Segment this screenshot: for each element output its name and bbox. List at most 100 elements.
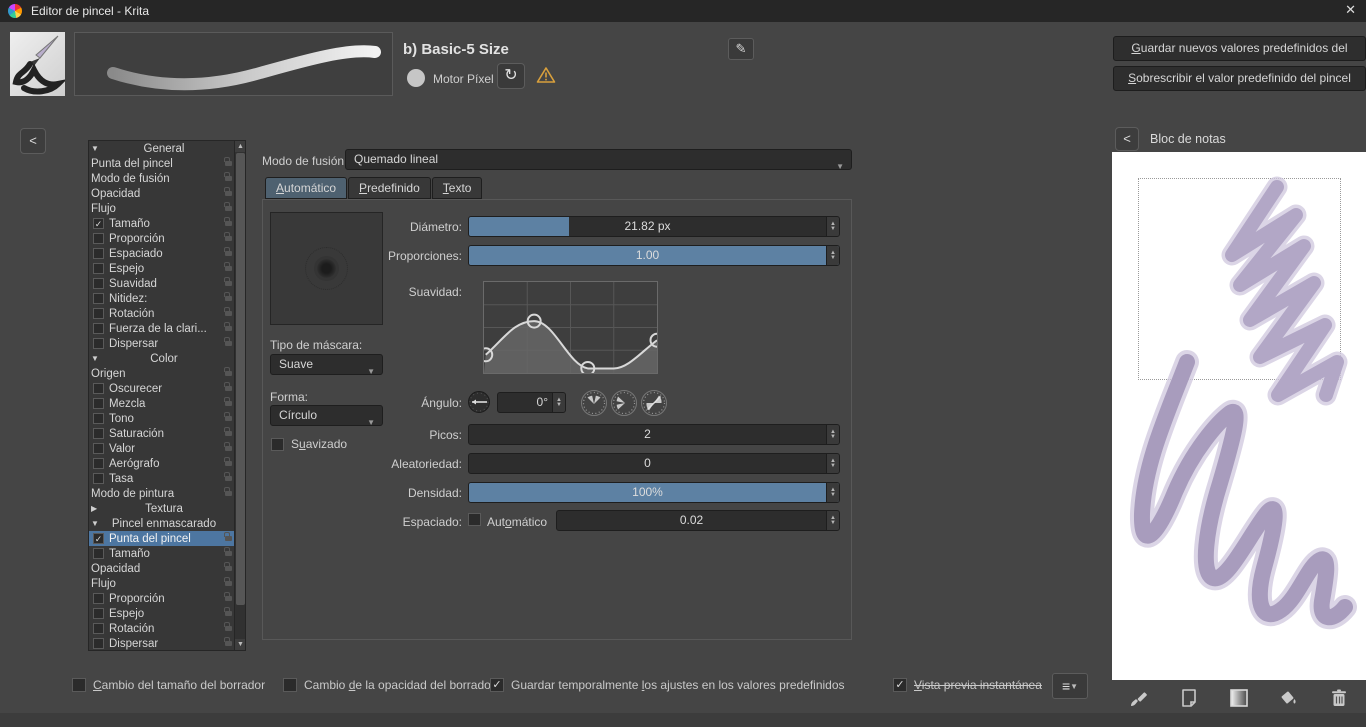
lock-icon[interactable] [224, 232, 232, 241]
option-row[interactable]: Flujo [89, 201, 245, 216]
option-checkbox[interactable] [93, 443, 104, 454]
scratchpad-canvas[interactable] [1112, 152, 1366, 680]
option-checkbox[interactable] [93, 593, 104, 604]
lock-icon[interactable] [224, 607, 232, 616]
option-row[interactable]: Tono [89, 411, 245, 426]
lock-icon[interactable] [224, 637, 232, 646]
reload-preset-button[interactable]: ↻ [497, 63, 525, 89]
lock-icon[interactable] [224, 442, 232, 451]
lock-icon[interactable] [224, 337, 232, 346]
option-row[interactable]: Espejo [89, 606, 245, 621]
footer-checkbox[interactable] [283, 678, 297, 692]
lock-icon[interactable] [224, 547, 232, 556]
save-new-preset-button[interactable]: Guardar nuevos valores predefinidos del … [1113, 36, 1366, 78]
option-row[interactable]: Dispersar [89, 636, 245, 650]
lock-icon[interactable] [224, 157, 232, 166]
page-icon[interactable] [1176, 685, 1202, 711]
lock-icon[interactable] [224, 367, 232, 376]
option-row[interactable]: Oscurecer [89, 381, 245, 396]
options-scrollbar[interactable]: ▲ ▼ [234, 141, 245, 650]
lock-icon[interactable] [224, 562, 232, 571]
angle-fan-diagonal-button[interactable] [641, 390, 667, 416]
option-row[interactable]: Suavidad [89, 276, 245, 291]
option-row[interactable]: Espaciado [89, 246, 245, 261]
option-row[interactable]: Dispersar [89, 336, 245, 351]
option-section-header[interactable]: ▼ Color [89, 351, 245, 366]
spikes-slider[interactable]: 2 ▲ ▼ [468, 424, 840, 445]
density-slider[interactable]: 100% ▲ ▼ [468, 482, 840, 503]
gradient-icon[interactable] [1226, 685, 1252, 711]
option-checkbox[interactable] [93, 623, 104, 634]
scroll-up-icon[interactable]: ▲ [235, 141, 245, 152]
option-row[interactable]: Punta del pincel [89, 156, 245, 171]
collapse-triangle-icon[interactable]: ▼ [91, 354, 105, 363]
lock-icon[interactable] [224, 277, 232, 286]
option-section-header[interactable]: ▶ Textura [89, 501, 245, 516]
lock-icon[interactable] [224, 262, 232, 271]
option-checkbox[interactable] [93, 293, 104, 304]
footer-checkbox[interactable]: ✓ [490, 678, 504, 692]
spinner-buttons[interactable]: ▲ ▼ [826, 425, 839, 444]
option-row[interactable]: Nitidez: [89, 291, 245, 306]
option-checkbox[interactable] [93, 398, 104, 409]
option-checkbox[interactable] [93, 473, 104, 484]
option-row[interactable]: Proporción [89, 591, 245, 606]
collapse-triangle-icon[interactable]: ▼ [91, 144, 105, 153]
option-checkbox[interactable] [93, 278, 104, 289]
option-checkbox[interactable] [93, 458, 104, 469]
option-checkbox[interactable] [93, 338, 104, 349]
collapse-notepad-button[interactable]: < [1115, 127, 1139, 151]
option-checkbox[interactable] [93, 548, 104, 559]
option-checkbox[interactable] [93, 323, 104, 334]
lock-icon[interactable] [224, 397, 232, 406]
option-row[interactable]: Tamaño [89, 546, 245, 561]
angle-fan-left-button[interactable] [611, 390, 637, 416]
spinner-buttons[interactable]: ▲ ▼ [826, 246, 839, 265]
option-checkbox[interactable] [93, 263, 104, 274]
lock-icon[interactable] [224, 487, 232, 496]
lock-icon[interactable] [224, 427, 232, 436]
close-icon[interactable]: ✕ [1341, 2, 1360, 18]
option-checkbox[interactable] [93, 638, 104, 649]
softness-curve-editor[interactable] [478, 281, 665, 376]
lock-icon[interactable] [224, 472, 232, 481]
spinner-buttons[interactable]: ▲ ▼ [826, 454, 839, 473]
lock-icon[interactable] [224, 187, 232, 196]
option-checkbox[interactable] [93, 413, 104, 424]
lock-icon[interactable] [224, 322, 232, 331]
angle-dial[interactable] [468, 391, 490, 413]
option-section-header[interactable]: ▼ Pincel enmascarado [89, 516, 245, 531]
option-row[interactable]: Saturación [89, 426, 245, 441]
option-row[interactable]: Rotación [89, 621, 245, 636]
option-row[interactable]: Rotación [89, 306, 245, 321]
spinner-buttons[interactable]: ▲ ▼ [826, 217, 839, 236]
option-checkbox[interactable] [93, 383, 104, 394]
footer-checkbox[interactable]: ✓ [893, 678, 907, 692]
option-row[interactable]: Mezcla [89, 396, 245, 411]
option-row[interactable]: Fuerza de la clari... [89, 321, 245, 336]
spinner-buttons[interactable]: ▲ ▼ [552, 393, 565, 412]
collapse-presets-button[interactable]: < [20, 128, 46, 154]
trash-icon[interactable] [1326, 685, 1352, 711]
lock-icon[interactable] [224, 622, 232, 631]
option-row[interactable]: Opacidad [89, 561, 245, 576]
option-row[interactable]: Aerógrafo [89, 456, 245, 471]
lock-icon[interactable] [224, 532, 232, 541]
tab-texto[interactable]: Texto [431, 177, 483, 199]
option-row[interactable]: Modo de pintura [89, 486, 245, 501]
tab-predefinido[interactable]: Predefinido [348, 177, 431, 199]
spinner-buttons[interactable]: ▲ ▼ [826, 483, 839, 502]
tab-automático[interactable]: Automático [265, 177, 348, 199]
diameter-slider[interactable]: 21.82 px ▲ ▼ [468, 216, 840, 237]
spinner-buttons[interactable]: ▲ ▼ [826, 511, 839, 530]
collapse-triangle-icon[interactable]: ▼ [91, 519, 105, 528]
rename-preset-button[interactable]: ✎ [728, 38, 754, 60]
option-row[interactable]: ✓ Tamaño [89, 216, 245, 231]
lock-icon[interactable] [224, 577, 232, 586]
option-checkbox[interactable] [93, 248, 104, 259]
spacing-input[interactable]: 0.02 ▲ ▼ [556, 510, 840, 531]
option-row[interactable]: Espejo [89, 261, 245, 276]
ratio-slider[interactable]: 1.00 ▲ ▼ [468, 245, 840, 266]
option-row[interactable]: ✓ Punta del pincel [89, 531, 245, 546]
option-row[interactable]: Proporción [89, 231, 245, 246]
